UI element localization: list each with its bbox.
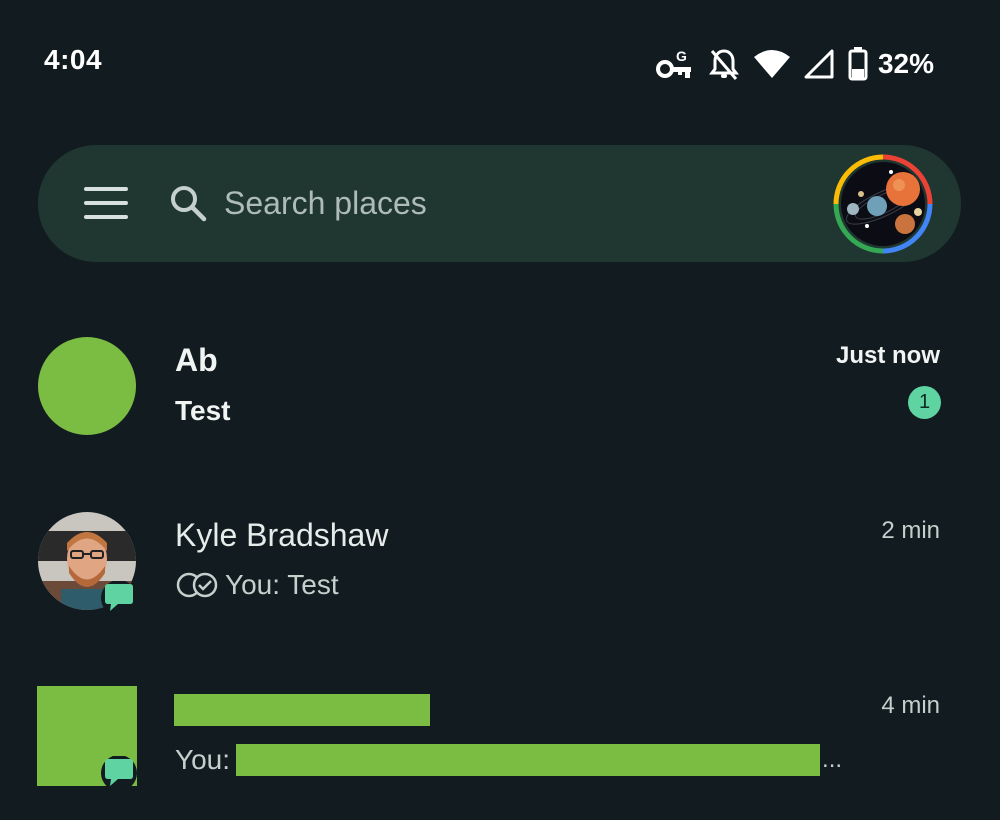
unread-count-badge: 1 — [908, 386, 941, 419]
status-bar: 4:04 G 32% — [0, 0, 1000, 120]
battery-percent: 32% — [877, 48, 934, 79]
account-avatar[interactable] — [833, 154, 933, 254]
status-time: 4:04 — [44, 44, 103, 75]
conversation-item[interactable]: Ab Test Just now 1 — [0, 320, 1000, 470]
svg-text:G: G — [676, 48, 687, 64]
conversation-snippet: You: Test — [225, 569, 339, 600]
conversation-snippet: Test — [175, 395, 231, 426]
conversation-time: 2 min — [881, 517, 940, 544]
chat-bubble-icon — [100, 580, 138, 617]
redacted-snippet — [236, 744, 821, 776]
conversation-item[interactable]: Kyle Bradshaw You: Test 2 min — [0, 495, 1000, 645]
search-bar[interactable] — [38, 145, 961, 262]
conversation-name: Kyle Bradshaw — [175, 517, 389, 553]
redacted-name — [174, 694, 430, 726]
search-input[interactable] — [224, 175, 784, 231]
conversation-snippet-row: You: ... — [175, 744, 842, 776]
wifi-icon — [753, 49, 790, 79]
status-icons: G 32% — [655, 40, 934, 88]
search-icon — [168, 183, 210, 225]
read-receipt-icon — [175, 570, 219, 600]
conversation-time: 4 min — [881, 692, 940, 719]
conversation-name: Ab — [175, 342, 218, 378]
battery-icon — [848, 47, 868, 81]
chat-bubble-icon — [100, 755, 138, 792]
notifications-off-icon — [708, 47, 740, 81]
vpn-key-icon: G — [655, 47, 694, 81]
signal-icon — [804, 49, 834, 79]
menu-icon[interactable] — [80, 183, 130, 223]
conversation-item[interactable]: You: ... 4 min — [0, 670, 1000, 820]
conversation-snippet-row: You: Test — [175, 569, 339, 601]
contact-avatar — [37, 336, 137, 436]
conversation-snippet-prefix: You: — [175, 744, 231, 775]
conversation-time: Just now — [835, 342, 940, 369]
snippet-ellipsis: ... — [822, 746, 843, 773]
